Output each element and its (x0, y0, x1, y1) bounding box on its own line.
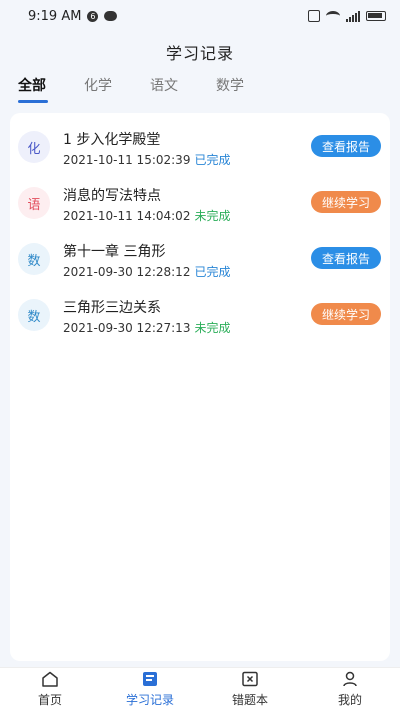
record-datetime: 2021-09-30 12:28:12 (63, 265, 191, 279)
page-title: 学习记录 (165, 44, 234, 63)
continue-study-button[interactable]: 继续学习 (311, 191, 381, 213)
record-meta: 2021-10-11 15:02:39 已完成 (63, 151, 230, 168)
record-status: 已完成 (194, 265, 231, 279)
nav-mine-label: 我的 (337, 693, 362, 707)
record-title: 三角形三边关系 (63, 300, 161, 316)
status-time: 9:19 AM (28, 8, 82, 24)
chemistry-subject-icon: 化 (18, 131, 50, 163)
nav-study-records-label: 学习记录 (125, 693, 174, 707)
record-meta: 2021-09-30 12:28:12 已完成 (63, 263, 230, 280)
error-book-icon (242, 671, 258, 687)
signal-icon (346, 10, 360, 22)
home-icon (42, 671, 58, 687)
record-list: 化 1 步入化学殿堂 2021-10-11 15:02:39 已完成 查看报告 语… (10, 113, 390, 661)
view-report-button[interactable]: 查看报告 (311, 135, 381, 157)
chinese-subject-icon: 语 (18, 187, 50, 219)
user-icon (343, 671, 357, 687)
book-icon (143, 672, 157, 686)
record-title: 第十一章 三角形 (63, 244, 166, 260)
record-title: 消息的写法特点 (63, 188, 161, 204)
tab-chemistry[interactable]: 化学 (84, 75, 112, 103)
record-title: 1 步入化学殿堂 (63, 132, 161, 148)
math-subject-icon: 数 (18, 243, 50, 275)
record-status: 已完成 (194, 153, 231, 167)
nav-study-records[interactable]: 学习记录 (110, 671, 190, 708)
vibrate-icon (308, 10, 320, 22)
notification-badge-icon: 6 (87, 10, 99, 22)
view-report-button[interactable]: 查看报告 (311, 247, 381, 269)
tab-chinese[interactable]: 语文 (150, 75, 178, 103)
status-left: 9:19 AM 6 (28, 8, 118, 24)
nav-home-label: 首页 (37, 693, 62, 707)
message-icon (104, 11, 118, 21)
status-bar: 9:19 AM 6 (0, 0, 400, 32)
record-meta: 2021-10-11 14:04:02 未完成 (63, 207, 230, 224)
bottom-nav: 首页 学习记录 错题本 我的 (0, 667, 400, 711)
record-status: 未完成 (194, 321, 231, 335)
record-datetime: 2021-10-11 14:04:02 (63, 209, 191, 223)
nav-home[interactable]: 首页 (10, 671, 90, 708)
tab-all[interactable]: 全部 (18, 75, 48, 103)
tab-math[interactable]: 数学 (216, 75, 244, 103)
status-right (308, 10, 386, 22)
record-datetime: 2021-09-30 12:27:13 (63, 321, 191, 335)
continue-study-button[interactable]: 继续学习 (311, 303, 381, 325)
list-item[interactable]: 语 消息的写法特点 2021-10-11 14:04:02 未完成 继续学习 (10, 179, 390, 227)
nav-error-book[interactable]: 错题本 (210, 671, 290, 708)
record-datetime: 2021-10-11 15:02:39 (63, 153, 191, 167)
list-item[interactable]: 数 三角形三边关系 2021-09-30 12:27:13 未完成 继续学习 (10, 291, 390, 339)
list-item[interactable]: 化 1 步入化学殿堂 2021-10-11 15:02:39 已完成 查看报告 (10, 123, 390, 171)
nav-mine[interactable]: 我的 (310, 671, 390, 708)
math-subject-icon: 数 (18, 299, 50, 331)
wifi-icon (326, 11, 340, 21)
record-meta: 2021-09-30 12:27:13 未完成 (63, 319, 230, 336)
list-item[interactable]: 数 第十一章 三角形 2021-09-30 12:28:12 已完成 查看报告 (10, 235, 390, 283)
subject-tabs: 全部 化学 语文 数学 (18, 75, 282, 103)
battery-icon (366, 11, 386, 21)
nav-error-book-label: 错题本 (231, 693, 268, 707)
record-status: 未完成 (194, 209, 231, 223)
